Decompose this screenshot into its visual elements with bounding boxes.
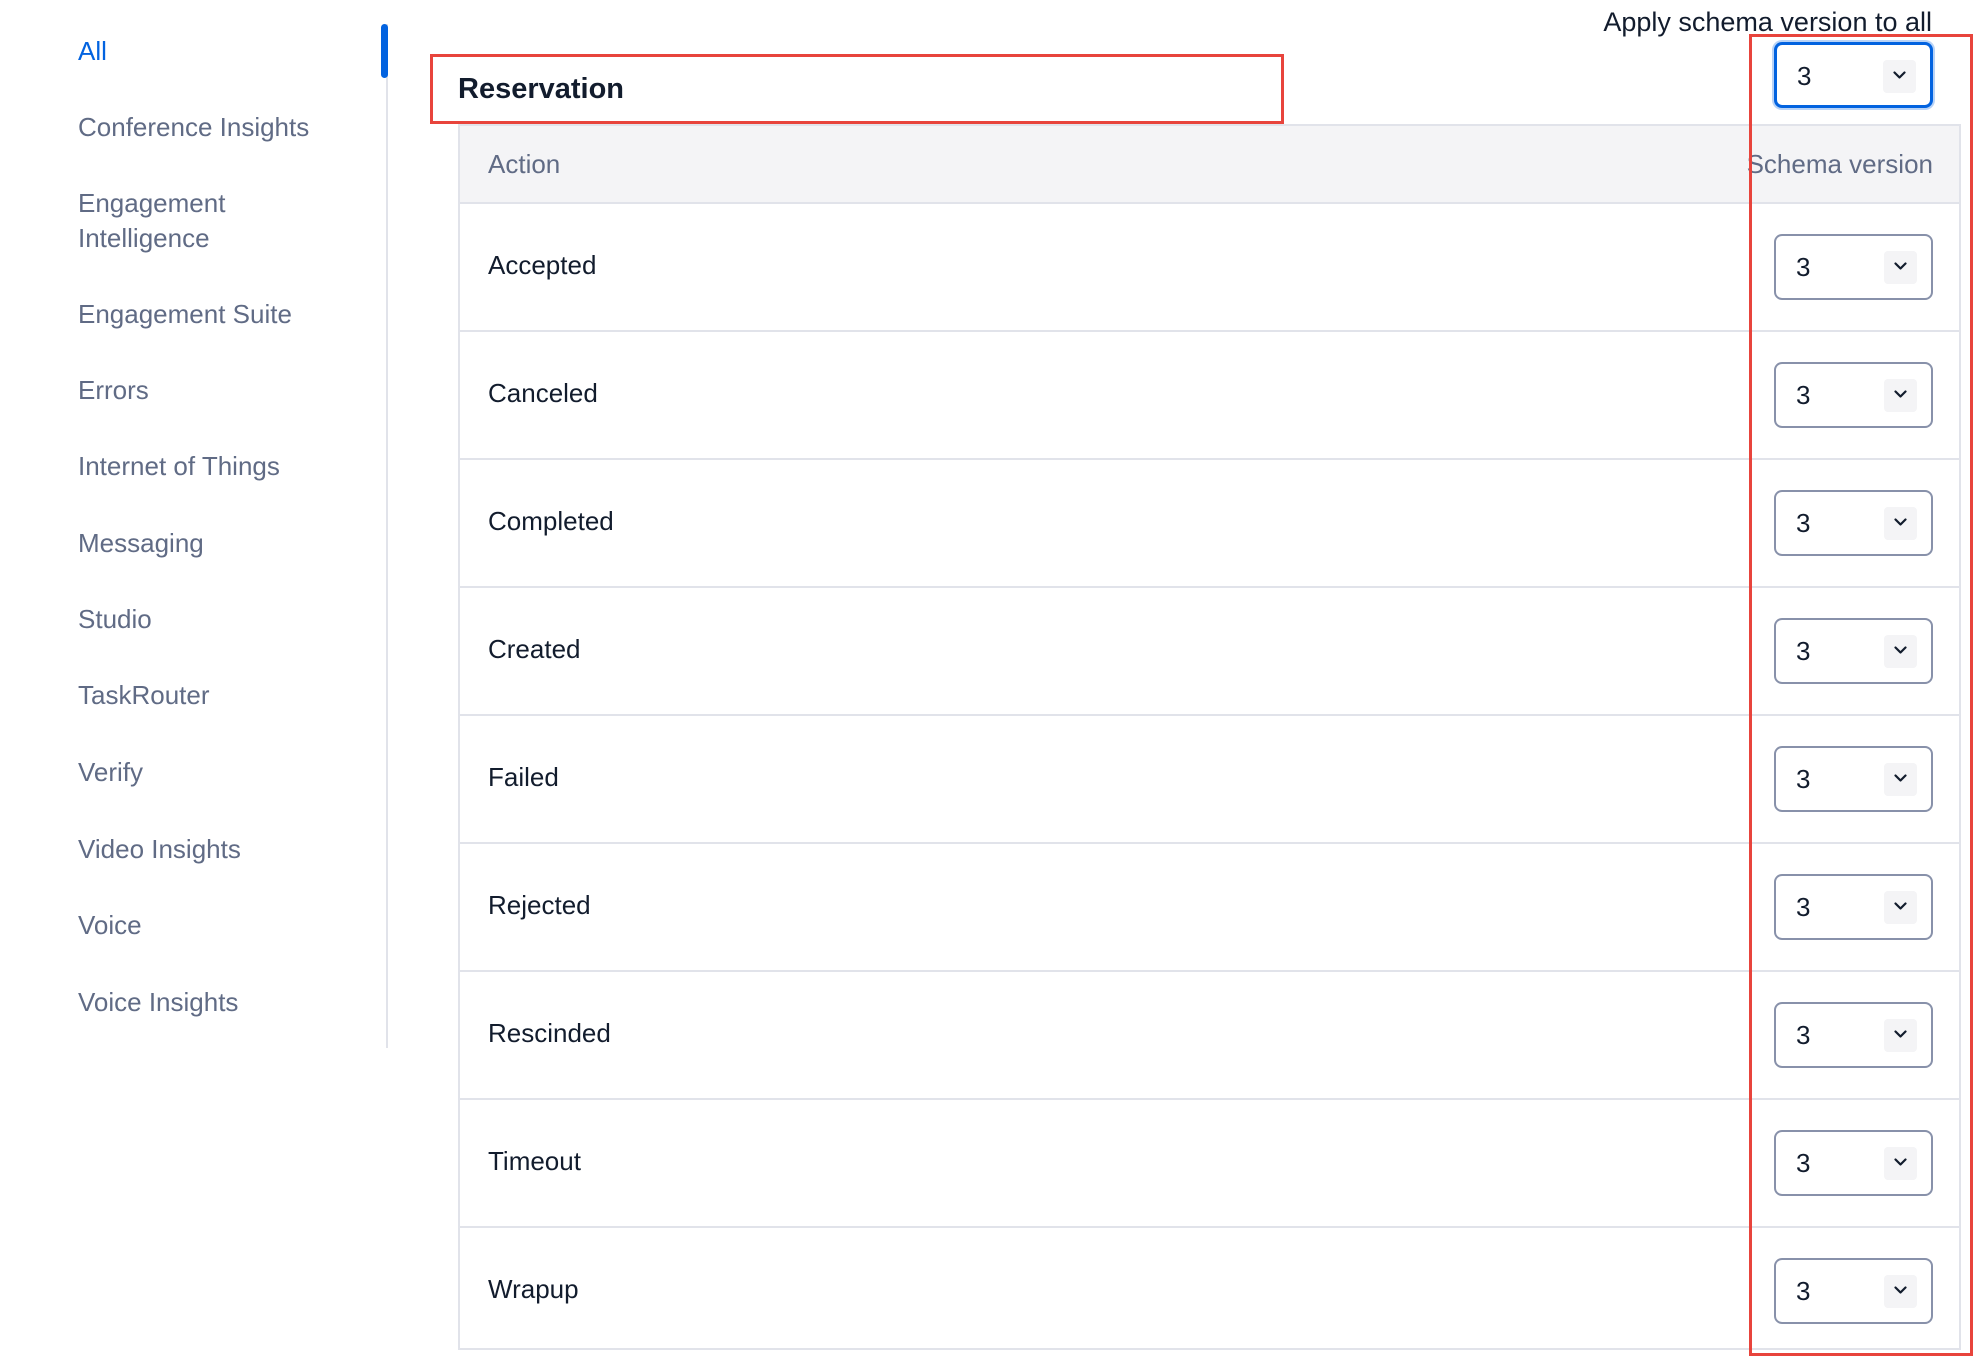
row-action-label: Accepted — [488, 250, 597, 280]
select-value: 3 — [1796, 636, 1811, 666]
sidebar-item-engagement-intelligence[interactable]: Engagement Intelligence — [78, 186, 278, 256]
sidebar-item-voice-insights[interactable]: Voice Insights — [78, 985, 368, 1020]
select-value: 3 — [1796, 380, 1811, 410]
sidebar-item-internet-of-things[interactable]: Internet of Things — [78, 449, 368, 484]
row-action-label: Timeout — [488, 1146, 581, 1176]
sidebar-item-conference-insights[interactable]: Conference Insights — [78, 110, 368, 145]
select-value: 3 — [1796, 508, 1811, 538]
schema-version-select[interactable]: 3 — [1774, 362, 1933, 428]
chevron-down-icon — [1884, 507, 1917, 540]
row-action-label: Rescinded — [488, 1018, 611, 1048]
row-action-label: Wrapup — [488, 1274, 579, 1304]
sidebar-divider — [386, 24, 388, 1048]
sidebar-item-voice[interactable]: Voice — [78, 908, 368, 943]
sidebar-item-studio[interactable]: Studio — [78, 602, 368, 637]
schema-version-select[interactable]: 3 — [1774, 490, 1933, 556]
chevron-down-icon — [1884, 763, 1917, 796]
row-action-label: Canceled — [488, 378, 598, 408]
table-row: Timeout 3 — [460, 1100, 1959, 1228]
apply-all-label: Apply schema version to all — [1603, 7, 1932, 37]
table-row: Rescinded 3 — [460, 972, 1959, 1100]
sidebar-item-messaging[interactable]: Messaging — [78, 526, 368, 561]
select-value: 3 — [1796, 892, 1811, 922]
sidebar: All Conference Insights Engagement Intel… — [0, 0, 388, 1048]
table-header: Action Schema version — [460, 124, 1959, 204]
chevron-down-icon — [1884, 891, 1917, 924]
chevron-down-icon — [1883, 60, 1916, 93]
schema-version-select[interactable]: 3 — [1774, 1258, 1933, 1324]
row-action-label: Completed — [488, 506, 614, 536]
schema-version-select[interactable]: 3 — [1774, 1002, 1933, 1068]
table-row: Canceled 3 — [460, 332, 1959, 460]
schema-version-select[interactable]: 3 — [1774, 874, 1933, 940]
column-header-action: Action — [488, 149, 561, 179]
select-value: 3 — [1796, 252, 1811, 282]
select-value: 3 — [1796, 1148, 1811, 1178]
table-row: Accepted 3 — [460, 204, 1959, 332]
sidebar-active-indicator — [381, 24, 388, 78]
sidebar-item-taskrouter[interactable]: TaskRouter — [78, 678, 368, 713]
chevron-down-icon — [1884, 1275, 1917, 1308]
table-row: Created 3 — [460, 588, 1959, 716]
apply-all-version-select[interactable]: 3 — [1774, 42, 1933, 108]
sidebar-item-engagement-suite[interactable]: Engagement Suite — [78, 297, 368, 332]
row-action-label: Rejected — [488, 890, 591, 920]
schema-version-select[interactable]: 3 — [1774, 618, 1933, 684]
table-row: Rejected 3 — [460, 844, 1959, 972]
sidebar-item-video-insights[interactable]: Video Insights — [78, 832, 368, 867]
chevron-down-icon — [1884, 1019, 1917, 1052]
schema-version-select[interactable]: 3 — [1774, 1130, 1933, 1196]
select-value: 3 — [1797, 61, 1812, 91]
table-row: Failed 3 — [460, 716, 1959, 844]
chevron-down-icon — [1884, 635, 1917, 668]
row-action-label: Created — [488, 634, 581, 664]
select-value: 3 — [1796, 1020, 1811, 1050]
sidebar-item-errors[interactable]: Errors — [78, 373, 368, 408]
select-value: 3 — [1796, 1276, 1811, 1306]
schema-version-select[interactable]: 3 — [1774, 234, 1933, 300]
select-value: 3 — [1796, 764, 1811, 794]
chevron-down-icon — [1884, 251, 1917, 284]
section-title: Reservation — [458, 73, 625, 105]
chevron-down-icon — [1884, 1147, 1917, 1180]
schema-version-select[interactable]: 3 — [1774, 746, 1933, 812]
sidebar-item-all[interactable]: All — [78, 34, 368, 69]
row-action-label: Failed — [488, 762, 559, 792]
table-row: Wrapup 3 — [460, 1228, 1959, 1348]
sidebar-item-verify[interactable]: Verify — [78, 755, 368, 790]
chevron-down-icon — [1884, 379, 1917, 412]
column-header-schema-version: Schema version — [1746, 149, 1933, 179]
table-row: Completed 3 — [460, 460, 1959, 588]
schema-version-table: Action Schema version Accepted 3 Cancele… — [458, 124, 1961, 1350]
